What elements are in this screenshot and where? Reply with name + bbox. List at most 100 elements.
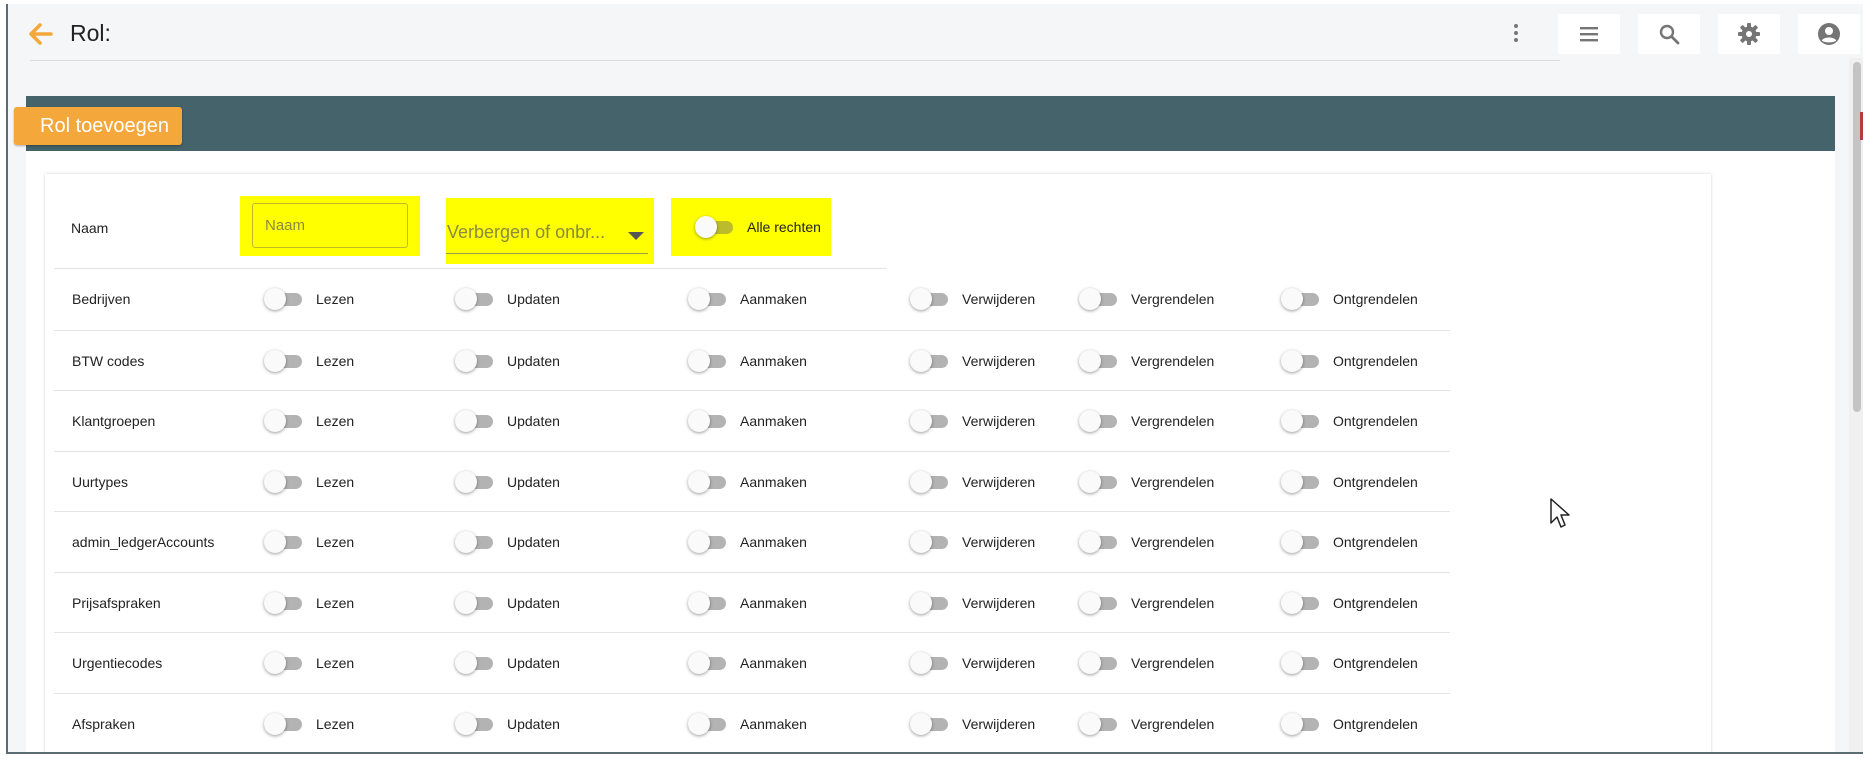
permission-toggle-lezen[interactable]: Lezen — [264, 591, 354, 614]
permission-toggle-lezen[interactable]: Lezen — [264, 349, 354, 372]
toggle-switch[interactable] — [455, 288, 493, 310]
toggle-switch[interactable] — [688, 288, 726, 310]
name-input[interactable] — [252, 203, 408, 248]
toggle-switch[interactable] — [910, 288, 948, 310]
permission-toggle-updaten[interactable]: Updaten — [455, 712, 560, 735]
toggle-switch[interactable] — [264, 652, 302, 674]
toggle-switch[interactable] — [1281, 288, 1319, 310]
toggle-switch[interactable] — [455, 652, 493, 674]
permission-toggle-ontgrendelen[interactable]: Ontgrendelen — [1281, 470, 1418, 493]
toggle-switch[interactable] — [264, 591, 302, 614]
permission-toggle-aanmaken[interactable]: Aanmaken — [688, 288, 807, 310]
back-arrow-icon[interactable] — [25, 19, 55, 49]
toggle-switch[interactable] — [910, 591, 948, 614]
toggle-switch[interactable] — [264, 410, 302, 432]
toggle-switch[interactable] — [455, 531, 493, 553]
permission-toggle-verwijderen[interactable]: Verwijderen — [910, 410, 1035, 432]
permission-toggle-vergrendelen[interactable]: Vergrendelen — [1079, 410, 1214, 432]
visibility-select[interactable]: Verbergen of onbr... — [446, 210, 648, 254]
permission-toggle-vergrendelen[interactable]: Vergrendelen — [1079, 712, 1214, 735]
permission-toggle-updaten[interactable]: Updaten — [455, 410, 560, 432]
toggle-switch[interactable] — [1281, 712, 1319, 735]
permission-toggle-updaten[interactable]: Updaten — [455, 591, 560, 614]
permission-toggle-verwijderen[interactable]: Verwijderen — [910, 652, 1035, 674]
all-rights-toggle[interactable]: Alle rechten — [695, 216, 821, 238]
toggle-switch[interactable] — [264, 288, 302, 310]
permission-toggle-aanmaken[interactable]: Aanmaken — [688, 470, 807, 493]
permission-toggle-verwijderen[interactable]: Verwijderen — [910, 470, 1035, 493]
search-button[interactable] — [1638, 14, 1700, 54]
toggle-switch[interactable] — [1079, 652, 1117, 674]
toggle-switch[interactable] — [1079, 531, 1117, 553]
toggle-switch[interactable] — [695, 216, 733, 238]
permission-toggle-updaten[interactable]: Updaten — [455, 470, 560, 493]
toggle-switch[interactable] — [688, 470, 726, 493]
permission-toggle-ontgrendelen[interactable]: Ontgrendelen — [1281, 349, 1418, 372]
permission-toggle-lezen[interactable]: Lezen — [264, 410, 354, 432]
permission-toggle-aanmaken[interactable]: Aanmaken — [688, 652, 807, 674]
toggle-switch[interactable] — [1079, 410, 1117, 432]
permission-toggle-vergrendelen[interactable]: Vergrendelen — [1079, 349, 1214, 372]
permission-toggle-lezen[interactable]: Lezen — [264, 712, 354, 735]
permission-toggle-vergrendelen[interactable]: Vergrendelen — [1079, 470, 1214, 493]
permission-toggle-vergrendelen[interactable]: Vergrendelen — [1079, 531, 1214, 553]
toggle-switch[interactable] — [264, 712, 302, 735]
permission-toggle-updaten[interactable]: Updaten — [455, 349, 560, 372]
permission-toggle-ontgrendelen[interactable]: Ontgrendelen — [1281, 591, 1418, 614]
permission-toggle-ontgrendelen[interactable]: Ontgrendelen — [1281, 712, 1418, 735]
toggle-switch[interactable] — [264, 531, 302, 553]
permission-toggle-lezen[interactable]: Lezen — [264, 531, 354, 553]
toggle-switch[interactable] — [688, 652, 726, 674]
permission-toggle-aanmaken[interactable]: Aanmaken — [688, 349, 807, 372]
toggle-switch[interactable] — [1079, 712, 1117, 735]
permission-toggle-verwijderen[interactable]: Verwijderen — [910, 288, 1035, 310]
permission-toggle-ontgrendelen[interactable]: Ontgrendelen — [1281, 531, 1418, 553]
toggle-switch[interactable] — [1079, 591, 1117, 614]
toggle-switch[interactable] — [688, 410, 726, 432]
toggle-switch[interactable] — [455, 349, 493, 372]
permission-toggle-vergrendelen[interactable]: Vergrendelen — [1079, 652, 1214, 674]
more-vert-icon[interactable] — [1510, 22, 1522, 48]
toggle-switch[interactable] — [1281, 531, 1319, 553]
permission-toggle-updaten[interactable]: Updaten — [455, 652, 560, 674]
toggle-switch[interactable] — [688, 349, 726, 372]
toggle-switch[interactable] — [1079, 470, 1117, 493]
settings-button[interactable] — [1718, 14, 1780, 54]
toggle-switch[interactable] — [264, 349, 302, 372]
permission-toggle-lezen[interactable]: Lezen — [264, 288, 354, 310]
permission-toggle-verwijderen[interactable]: Verwijderen — [910, 712, 1035, 735]
permission-toggle-vergrendelen[interactable]: Vergrendelen — [1079, 288, 1214, 310]
permission-toggle-ontgrendelen[interactable]: Ontgrendelen — [1281, 410, 1418, 432]
toggle-switch[interactable] — [1281, 470, 1319, 493]
toggle-switch[interactable] — [1281, 349, 1319, 372]
toggle-switch[interactable] — [910, 470, 948, 493]
toggle-switch[interactable] — [910, 531, 948, 553]
toggle-switch[interactable] — [910, 410, 948, 432]
toggle-switch[interactable] — [910, 652, 948, 674]
permission-toggle-ontgrendelen[interactable]: Ontgrendelen — [1281, 652, 1418, 674]
permission-toggle-aanmaken[interactable]: Aanmaken — [688, 712, 807, 735]
permission-toggle-lezen[interactable]: Lezen — [264, 470, 354, 493]
menu-button[interactable] — [1558, 14, 1620, 54]
toggle-switch[interactable] — [1281, 591, 1319, 614]
toggle-switch[interactable] — [1281, 652, 1319, 674]
toggle-switch[interactable] — [910, 712, 948, 735]
permission-toggle-verwijderen[interactable]: Verwijderen — [910, 591, 1035, 614]
permission-toggle-verwijderen[interactable]: Verwijderen — [910, 531, 1035, 553]
permission-toggle-verwijderen[interactable]: Verwijderen — [910, 349, 1035, 372]
permission-toggle-aanmaken[interactable]: Aanmaken — [688, 531, 807, 553]
toggle-switch[interactable] — [688, 531, 726, 553]
account-button[interactable] — [1798, 14, 1860, 54]
permission-toggle-aanmaken[interactable]: Aanmaken — [688, 591, 807, 614]
toggle-switch[interactable] — [264, 470, 302, 493]
toggle-switch[interactable] — [910, 349, 948, 372]
toggle-switch[interactable] — [455, 712, 493, 735]
toggle-switch[interactable] — [1079, 288, 1117, 310]
permission-toggle-updaten[interactable]: Updaten — [455, 531, 560, 553]
toggle-switch[interactable] — [688, 712, 726, 735]
toggle-switch[interactable] — [688, 591, 726, 614]
permission-toggle-updaten[interactable]: Updaten — [455, 288, 560, 310]
permission-toggle-ontgrendelen[interactable]: Ontgrendelen — [1281, 288, 1418, 310]
toggle-switch[interactable] — [455, 470, 493, 493]
toggle-switch[interactable] — [455, 410, 493, 432]
